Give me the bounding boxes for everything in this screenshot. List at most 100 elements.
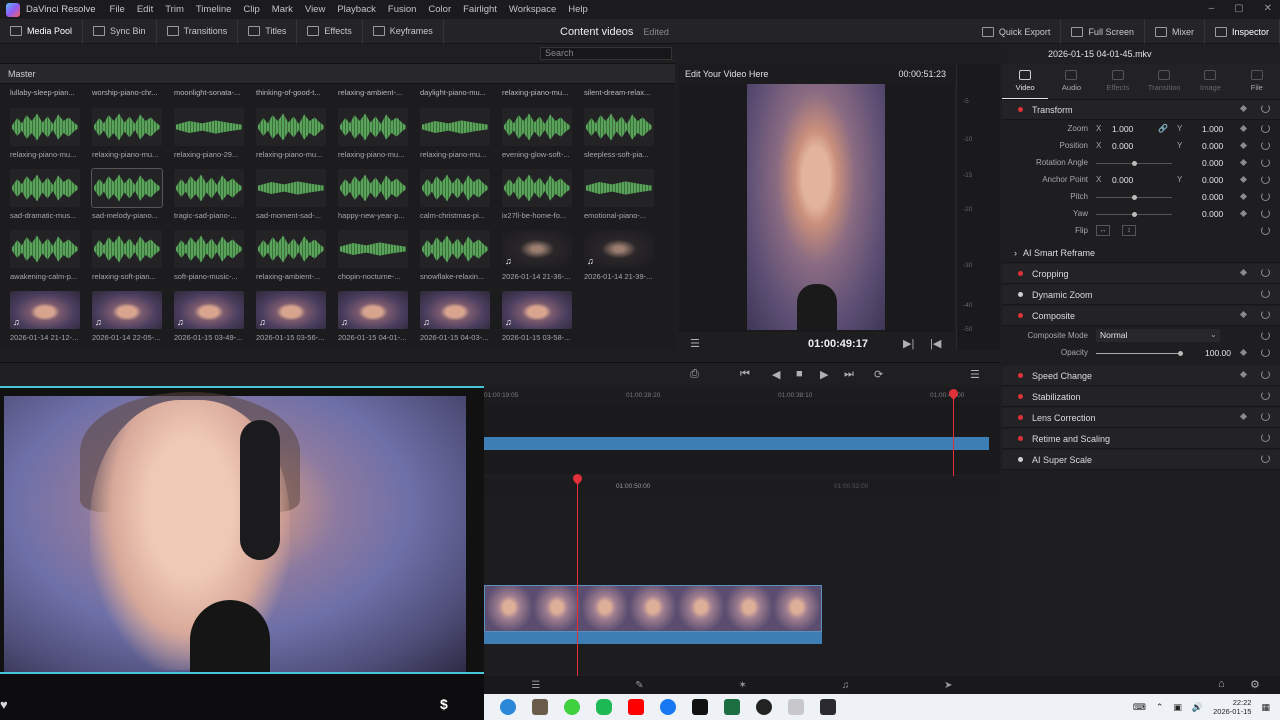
stop-icon[interactable]: ■ bbox=[796, 368, 803, 380]
video-clip[interactable]: ♫ 2026-01-14 21-12-... bbox=[10, 291, 80, 342]
cropping-section[interactable]: Cropping bbox=[1002, 264, 1280, 284]
enable-dot[interactable] bbox=[1018, 313, 1023, 318]
viewer-title[interactable]: Edit Your Video Here bbox=[685, 69, 768, 79]
enable-dot[interactable] bbox=[1018, 436, 1023, 441]
bin-name[interactable]: Master bbox=[8, 69, 36, 79]
video-clip[interactable]: ♫ 2026-01-14 22-05-... bbox=[92, 291, 162, 342]
yaw-field[interactable]: 0.000 bbox=[1202, 209, 1223, 219]
mixer-button[interactable]: Mixer bbox=[1145, 19, 1205, 44]
opacity-field[interactable]: 100.00 bbox=[1205, 348, 1231, 358]
slider-knob[interactable] bbox=[1178, 351, 1183, 356]
timeline-overview-clip[interactable] bbox=[484, 437, 989, 450]
audio-clip[interactable]: sad-dramatic-mus... bbox=[10, 169, 80, 220]
video-clip[interactable]: ♫ 2026-01-14 21-39-... bbox=[584, 230, 654, 281]
flip-vertical-icon[interactable]: ↕ bbox=[1122, 225, 1136, 236]
keyframe-icon[interactable] bbox=[1239, 348, 1248, 357]
smart-reframe-section[interactable]: › AI Smart Reframe bbox=[1002, 243, 1280, 263]
clock[interactable]: 22:22 2026-01-15 bbox=[1213, 698, 1251, 716]
reset-icon[interactable] bbox=[1261, 370, 1270, 379]
discord-icon[interactable] bbox=[596, 699, 612, 715]
dynamic-zoom-section[interactable]: Dynamic Zoom bbox=[1002, 285, 1280, 305]
flip-horizontal-icon[interactable]: ↔ bbox=[1096, 225, 1110, 236]
timeline-ruler-lower[interactable]: 01:00:50:00 01:00:52:00 bbox=[484, 478, 1000, 496]
keyframe-icon[interactable] bbox=[1239, 124, 1248, 133]
tradingview-icon[interactable] bbox=[692, 699, 708, 715]
pitch-field[interactable]: 0.000 bbox=[1202, 192, 1223, 202]
enable-dot[interactable] bbox=[1018, 457, 1023, 462]
zoom-x-field[interactable]: 1.000 bbox=[1112, 124, 1133, 134]
reset-icon[interactable] bbox=[1261, 158, 1270, 167]
reset-icon[interactable] bbox=[1261, 391, 1270, 400]
network-icon[interactable]: ▣ bbox=[1173, 702, 1182, 713]
reset-icon[interactable] bbox=[1261, 175, 1270, 184]
keyframe-icon[interactable] bbox=[1239, 104, 1248, 113]
reset-icon[interactable] bbox=[1261, 289, 1270, 298]
media-pool-button[interactable]: Media Pool bbox=[0, 18, 84, 44]
video-clip[interactable]: ♫ 2026-01-15 03-56-... bbox=[256, 291, 326, 342]
menu-trim[interactable]: Trim bbox=[165, 4, 184, 15]
keyframe-icon[interactable] bbox=[1239, 175, 1248, 184]
lower-playhead[interactable] bbox=[577, 478, 578, 676]
menu-help[interactable]: Help bbox=[568, 4, 588, 15]
position-y-field[interactable]: 0.000 bbox=[1202, 141, 1223, 151]
audio-clip[interactable]: ix27ll-be-home-fo... bbox=[502, 169, 572, 220]
audio-clip[interactable]: tragic-sad-piano-... bbox=[174, 169, 244, 220]
menu-clip[interactable]: Clip bbox=[243, 4, 259, 15]
tab-video[interactable]: Video bbox=[1002, 64, 1049, 99]
keyboard-icon[interactable]: ⌨ bbox=[1133, 702, 1146, 713]
composite-mode-select[interactable]: Normal bbox=[1096, 329, 1220, 342]
yaw-slider[interactable] bbox=[1096, 212, 1172, 217]
audio-clip[interactable]: relaxing-piano-mu... bbox=[338, 108, 408, 159]
expand-icon[interactable]: › bbox=[1014, 248, 1017, 258]
opacity-slider[interactable] bbox=[1096, 351, 1183, 356]
edge-icon[interactable] bbox=[500, 699, 516, 715]
audio-clip[interactable]: evening-glow-soft-... bbox=[502, 108, 572, 159]
enable-dot[interactable] bbox=[1018, 107, 1023, 112]
menu-fusion[interactable]: Fusion bbox=[388, 4, 417, 15]
keyframe-icon[interactable] bbox=[1239, 209, 1248, 218]
settings-sliders-icon[interactable]: ☰ bbox=[690, 337, 700, 350]
reset-icon[interactable] bbox=[1261, 124, 1270, 133]
tab-file[interactable]: File bbox=[1234, 64, 1280, 99]
reset-icon[interactable] bbox=[1261, 433, 1270, 442]
upper-playhead[interactable] bbox=[953, 392, 954, 476]
stabilization-section[interactable]: Stabilization bbox=[1002, 387, 1280, 407]
menu-playback[interactable]: Playback bbox=[337, 4, 376, 15]
menu-view[interactable]: View bbox=[305, 4, 325, 15]
go-to-end-icon[interactable]: ⏭ bbox=[844, 368, 854, 381]
timeline-audio-clip[interactable] bbox=[484, 632, 822, 644]
audio-clip[interactable]: relaxing-piano-mu... bbox=[10, 108, 80, 159]
audio-clip[interactable]: sad-moment-sad-... bbox=[256, 169, 326, 220]
notification-icon[interactable]: ▦ bbox=[1261, 702, 1270, 713]
slider-knob[interactable] bbox=[1132, 212, 1137, 217]
menu-icon[interactable]: ☰ bbox=[970, 368, 980, 381]
edit-page-icon[interactable]: ✎ bbox=[635, 680, 643, 691]
youtube-icon[interactable] bbox=[628, 699, 644, 715]
chevron-up-icon[interactable]: ⌃ bbox=[1156, 702, 1164, 713]
video-clip[interactable]: ♫ 2026-01-15 03-49-... bbox=[174, 291, 244, 342]
composite-section[interactable]: Composite bbox=[1002, 306, 1280, 326]
close-icon[interactable]: ✕ bbox=[1264, 3, 1272, 14]
menu-color[interactable]: Color bbox=[428, 4, 451, 15]
keyframe-icon[interactable] bbox=[1239, 310, 1248, 319]
audio-clip[interactable]: relaxing-piano-mu... bbox=[256, 108, 326, 159]
audio-clip[interactable]: chopin-nocturne-... bbox=[338, 230, 408, 281]
audio-clip[interactable]: sleepless-soft-pia... bbox=[584, 108, 654, 159]
keyframe-icon[interactable] bbox=[1239, 192, 1248, 201]
speed-change-section[interactable]: Speed Change bbox=[1002, 366, 1280, 386]
tab-effects[interactable]: Effects bbox=[1095, 64, 1141, 99]
sync-bin-button[interactable]: Sync Bin bbox=[83, 18, 157, 44]
video-clip[interactable]: ♫ 2026-01-15 03-58-... bbox=[502, 291, 572, 342]
titles-button[interactable]: Titles bbox=[238, 18, 298, 44]
tab-image[interactable]: Image bbox=[1187, 64, 1233, 99]
volume-icon[interactable]: 🔊 bbox=[1192, 702, 1203, 713]
lens-correction-section[interactable]: Lens Correction bbox=[1002, 408, 1280, 428]
minimize-icon[interactable]: – bbox=[1209, 3, 1215, 14]
tab-audio[interactable]: Audio bbox=[1048, 64, 1094, 99]
keyframe-icon[interactable] bbox=[1239, 158, 1248, 167]
enable-dot[interactable] bbox=[1018, 415, 1023, 420]
reset-icon[interactable] bbox=[1261, 268, 1270, 277]
fairlight-page-icon[interactable]: ♫ bbox=[842, 680, 850, 691]
play-icon[interactable]: ▶ bbox=[820, 368, 828, 381]
next-frame-icon[interactable]: ▶| bbox=[903, 337, 914, 350]
